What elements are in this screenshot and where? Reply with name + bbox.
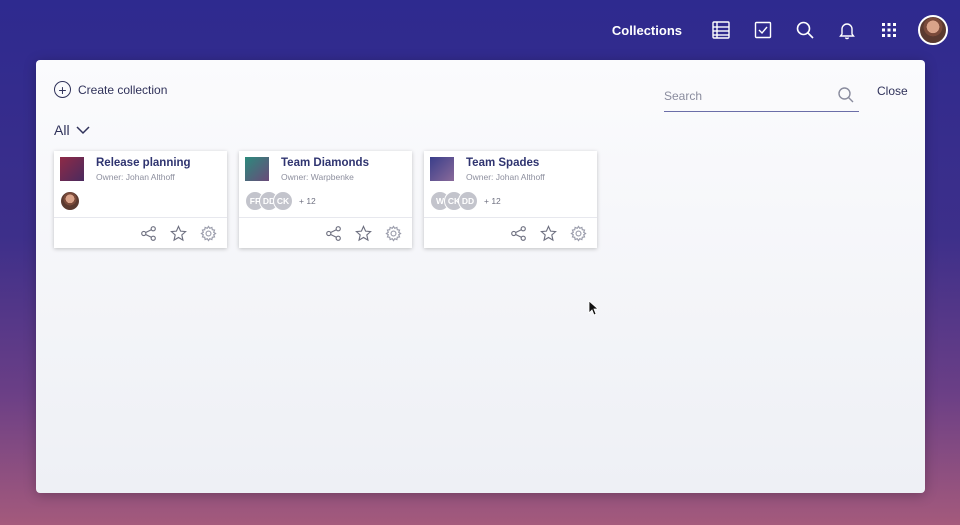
collection-thumbnail xyxy=(245,157,269,181)
list-icon[interactable] xyxy=(700,9,742,51)
collection-title[interactable]: Team Diamonds xyxy=(281,157,369,169)
filter-label: All xyxy=(54,122,70,138)
gear-icon[interactable] xyxy=(563,221,593,245)
member-list: FF DD CK + 12 xyxy=(245,191,316,211)
card-actions xyxy=(54,217,227,248)
mouse-cursor-icon xyxy=(588,300,598,316)
search-icon[interactable] xyxy=(784,9,826,51)
collection-thumbnail xyxy=(430,157,454,181)
member-list: W CK DD + 12 xyxy=(430,191,501,211)
star-icon[interactable] xyxy=(348,221,378,245)
more-members-count: + 12 xyxy=(299,196,316,206)
collection-cards: Release planning Owner: Johan Althoff Te… xyxy=(54,151,609,248)
plus-circle-icon: + xyxy=(54,81,71,98)
member-list xyxy=(60,191,80,211)
card-actions xyxy=(424,217,597,248)
collection-card[interactable]: Release planning Owner: Johan Althoff xyxy=(54,151,227,248)
card-actions xyxy=(239,217,412,248)
share-icon[interactable] xyxy=(133,221,163,245)
collections-panel: + Create collection Close All Release pl… xyxy=(36,60,925,493)
apps-grid-icon[interactable] xyxy=(868,9,910,51)
user-avatar[interactable] xyxy=(918,15,948,45)
create-collection-label: Create collection xyxy=(78,82,168,97)
member-avatar: CK xyxy=(273,191,293,211)
checkbox-icon[interactable] xyxy=(742,9,784,51)
gear-icon[interactable] xyxy=(378,221,408,245)
chevron-down-icon xyxy=(76,126,90,135)
top-bar: Collections xyxy=(0,0,960,60)
collection-title[interactable]: Team Spades xyxy=(466,157,539,169)
collection-title[interactable]: Release planning xyxy=(96,157,191,169)
gear-icon[interactable] xyxy=(193,221,223,245)
collections-title[interactable]: Collections xyxy=(612,23,682,38)
star-icon[interactable] xyxy=(163,221,193,245)
collection-card[interactable]: Team Diamonds Owner: Warpbenke FF DD CK … xyxy=(239,151,412,248)
create-collection-button[interactable]: + Create collection xyxy=(54,81,167,98)
search-icon[interactable] xyxy=(837,86,855,104)
collection-owner: Owner: Warpbenke xyxy=(281,172,354,182)
star-icon[interactable] xyxy=(533,221,563,245)
collection-owner: Owner: Johan Althoff xyxy=(96,172,175,182)
avatar xyxy=(60,191,80,211)
search-input[interactable] xyxy=(664,88,824,103)
close-button[interactable]: Close xyxy=(877,84,908,98)
member-avatar: DD xyxy=(458,191,478,211)
collection-owner: Owner: Johan Althoff xyxy=(466,172,545,182)
more-members-count: + 12 xyxy=(484,196,501,206)
search-field[interactable] xyxy=(664,80,859,112)
filter-dropdown[interactable]: All xyxy=(54,122,90,138)
bell-icon[interactable] xyxy=(826,9,868,51)
share-icon[interactable] xyxy=(503,221,533,245)
collection-card[interactable]: Team Spades Owner: Johan Althoff W CK DD… xyxy=(424,151,597,248)
share-icon[interactable] xyxy=(318,221,348,245)
collection-thumbnail xyxy=(60,157,84,181)
